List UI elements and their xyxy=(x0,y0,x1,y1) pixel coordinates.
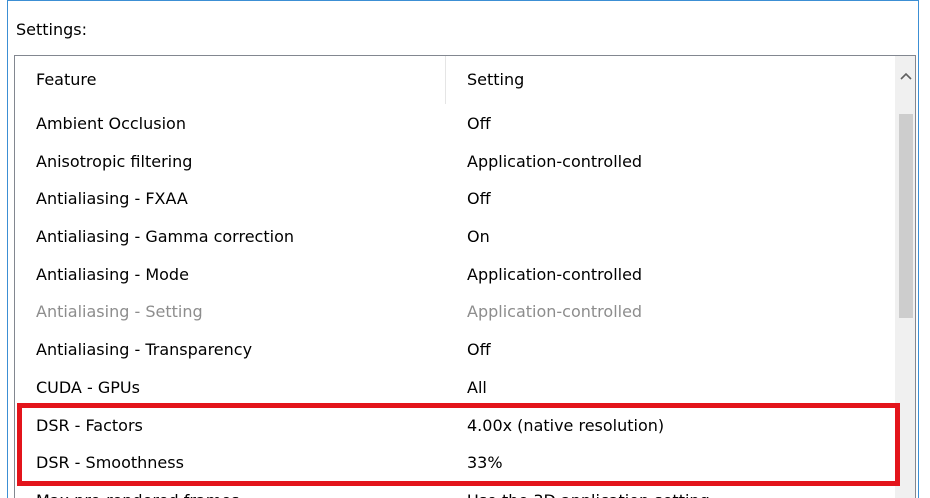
table-row[interactable]: Max pre-rendered frames Use the 3D applic… xyxy=(15,482,895,498)
table-row[interactable]: Antialiasing - FXAA Off xyxy=(15,180,895,218)
table-row[interactable]: Anisotropic filtering Application-control… xyxy=(15,143,895,181)
setting-cell: Off xyxy=(467,189,491,209)
feature-cell: Max pre-rendered frames xyxy=(36,482,239,498)
table-row[interactable]: DSR - Smoothness 33% xyxy=(15,444,895,482)
table-row[interactable]: Antialiasing - Transparency Off xyxy=(15,331,895,369)
table-row[interactable]: DSR - Factors 4.00x (native resolution) xyxy=(15,407,895,445)
table-row[interactable]: Antialiasing - Setting Application-contro… xyxy=(15,293,895,331)
column-header-setting[interactable]: Setting xyxy=(445,56,895,104)
setting-cell: On xyxy=(467,227,490,247)
settings-rows: Ambient Occlusion Off Anisotropic filterin… xyxy=(15,105,895,498)
vertical-scrollbar[interactable] xyxy=(895,56,915,498)
setting-cell: Off xyxy=(467,114,491,133)
scroll-thumb[interactable] xyxy=(899,114,913,318)
feature-cell: Ambient Occlusion xyxy=(36,114,186,133)
feature-cell: Antialiasing - Gamma correction xyxy=(36,227,294,247)
setting-cell: Off xyxy=(467,340,491,360)
list-header: Feature Setting xyxy=(15,56,895,104)
setting-cell: 33% xyxy=(467,453,503,473)
table-row[interactable]: Ambient Occlusion Off xyxy=(15,105,895,143)
feature-cell: Antialiasing - Setting xyxy=(36,302,203,322)
feature-cell: DSR - Smoothness xyxy=(36,453,184,473)
scroll-up-button[interactable] xyxy=(896,56,915,96)
setting-cell: Application-controlled xyxy=(467,302,643,322)
table-row[interactable]: Antialiasing - Gamma correction On xyxy=(15,218,895,256)
column-header-feature[interactable]: Feature xyxy=(15,56,445,104)
feature-cell: Antialiasing - FXAA xyxy=(36,189,188,209)
feature-cell: Antialiasing - Transparency xyxy=(36,340,253,360)
settings-caption: Settings: xyxy=(16,20,88,39)
table-row[interactable]: CUDA - GPUs All xyxy=(15,369,895,407)
setting-cell: All xyxy=(467,377,487,397)
setting-cell: 4.00x (native resolution) xyxy=(467,415,665,435)
settings-list[interactable]: Feature Setting Ambient Occlusion Off Anis… xyxy=(14,55,916,498)
table-row[interactable]: Antialiasing - Mode Application-controlle… xyxy=(15,256,895,294)
setting-cell: Application-controlled xyxy=(467,151,643,171)
setting-cell: Application-controlled xyxy=(467,264,643,284)
feature-cell: Anisotropic filtering xyxy=(36,151,193,171)
feature-cell: Antialiasing - Mode xyxy=(36,264,189,284)
feature-cell: DSR - Factors xyxy=(36,415,143,435)
chevron-up-icon xyxy=(900,72,912,80)
setting-cell: Use the 3D application setting xyxy=(467,482,710,498)
feature-cell: CUDA - GPUs xyxy=(36,377,140,397)
